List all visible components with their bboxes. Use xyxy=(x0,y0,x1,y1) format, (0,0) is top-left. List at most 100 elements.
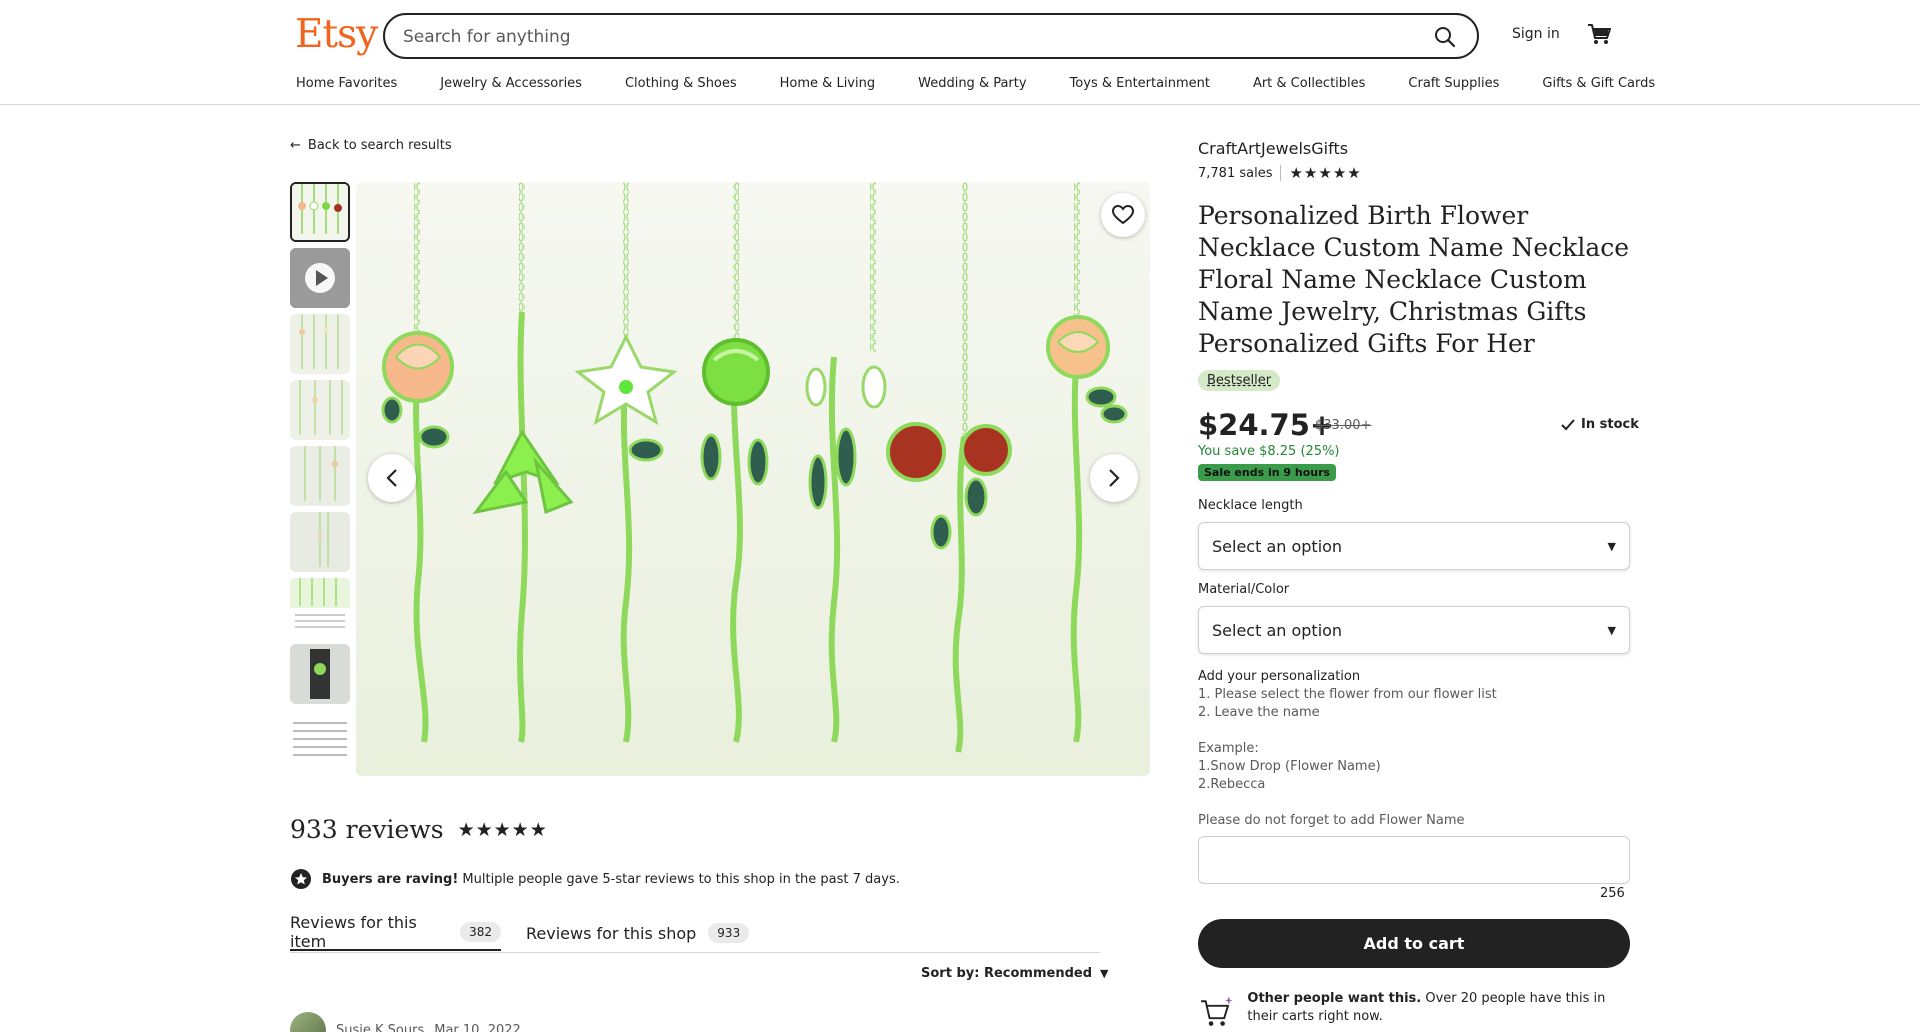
buyers-raving-banner: Buyers are raving! Multiple people gave … xyxy=(290,868,900,890)
tab-reviews-item[interactable]: Reviews for this item 382 xyxy=(290,913,501,951)
shop-name-link[interactable]: CraftArtJewelsGifts xyxy=(1198,139,1348,158)
material-color-label: Material/Color xyxy=(1198,582,1290,597)
necklace-length-label: Necklace length xyxy=(1198,498,1303,513)
main-listing-image[interactable] xyxy=(356,182,1150,776)
thumbnail-strip xyxy=(290,182,350,776)
search-input[interactable] xyxy=(403,25,1383,49)
previous-image-button[interactable] xyxy=(368,454,416,502)
thumbnail-image[interactable] xyxy=(290,446,350,506)
heart-icon xyxy=(1112,205,1134,225)
arrow-left-icon: ← xyxy=(290,138,301,153)
category-clothing[interactable]: Clothing & Shoes xyxy=(625,76,737,96)
next-image-button[interactable] xyxy=(1090,454,1138,502)
sort-label: Sort by: Recommended xyxy=(921,966,1093,981)
site-header: Etsy Sign in Home Favorites Jewelry & Ac… xyxy=(0,0,1920,105)
stock-status: In stock xyxy=(1560,417,1639,432)
thumbnail-image[interactable] xyxy=(290,380,350,440)
sales-count: 7,781 sales xyxy=(1198,165,1273,181)
tab-reviews-item-count: 382 xyxy=(460,922,501,942)
checkmark-icon xyxy=(1561,418,1575,430)
personalization-line: 2.Rebecca xyxy=(1198,777,1266,792)
category-jewelry[interactable]: Jewelry & Accessories xyxy=(440,76,582,96)
raving-detail: Multiple people gave 5-star reviews to t… xyxy=(458,871,900,887)
category-toys[interactable]: Toys & Entertainment xyxy=(1070,76,1210,96)
personalization-line: 1. Please select the flower from our flo… xyxy=(1198,687,1497,702)
thumbnail-image[interactable] xyxy=(290,314,350,374)
tab-reviews-item-label: Reviews for this item xyxy=(290,913,417,951)
reviews-stars: ★★★★★ xyxy=(457,818,548,841)
in-stock-label: In stock xyxy=(1581,417,1639,432)
thumbnail-video[interactable] xyxy=(290,248,350,308)
reviews-tabs: Reviews for this item 382 Reviews for th… xyxy=(290,913,1100,953)
thumbnail-image[interactable] xyxy=(290,644,350,704)
reviewer-name[interactable]: Susie K Sours xyxy=(336,1023,424,1032)
caret-down-icon: ▼ xyxy=(1100,967,1109,980)
reviews-count: 933 reviews xyxy=(290,815,444,844)
you-save-text: You save $8.25 (25%) xyxy=(1198,444,1340,459)
divider xyxy=(1280,165,1282,181)
category-home-favorites[interactable]: Home Favorites xyxy=(296,76,397,96)
personalization-instructions: Add your personalization 1. Please selec… xyxy=(1198,668,1630,830)
search-icon[interactable] xyxy=(1433,25,1457,49)
favorite-button[interactable] xyxy=(1101,193,1145,237)
add-to-cart-label: Add to cart xyxy=(1363,934,1465,953)
thumbnail-image[interactable] xyxy=(290,512,350,572)
shop-stats: 7,781 sales ★★★★★ xyxy=(1198,164,1362,182)
shop-rating-stars[interactable]: ★★★★★ xyxy=(1289,164,1361,182)
search-bar[interactable] xyxy=(383,13,1479,59)
necklace-length-value: Select an option xyxy=(1212,536,1343,556)
chevron-right-icon xyxy=(1109,469,1120,487)
star-badge-icon xyxy=(291,869,311,889)
personalization-line: 1.Snow Drop (Flower Name) xyxy=(1198,759,1381,774)
personalization-input[interactable] xyxy=(1198,836,1630,884)
caret-down-icon: ▼ xyxy=(1607,539,1616,553)
sort-dropdown[interactable]: Sort by: Recommended ▼ xyxy=(921,966,1108,981)
review-date: Mar 10, 2022 xyxy=(434,1022,521,1032)
demand-text: Other people want this. Over 20 people h… xyxy=(1247,990,1630,1032)
chevron-left-icon xyxy=(386,469,397,487)
personalization-line: 2. Leave the name xyxy=(1198,705,1320,720)
listing-price: $24.75+ xyxy=(1198,408,1335,442)
cart-icon[interactable] xyxy=(1585,20,1613,48)
etsy-logo[interactable]: Etsy xyxy=(295,12,378,57)
listing-title: Personalized Birth Flower Necklace Custo… xyxy=(1198,201,1630,358)
personalization-line: Example: xyxy=(1198,741,1259,756)
tab-reviews-shop-label: Reviews for this shop xyxy=(526,923,697,943)
thumbnail-image[interactable] xyxy=(290,182,350,242)
raving-bold: Buyers are raving! xyxy=(322,871,459,887)
necklace-photo xyxy=(381,182,1128,753)
category-art[interactable]: Art & Collectibles xyxy=(1253,76,1365,96)
personalization-title: Add your personalization xyxy=(1198,669,1361,684)
avatar[interactable] xyxy=(290,1012,326,1032)
bestseller-badge[interactable]: Bestseller xyxy=(1198,370,1281,391)
raving-text: Buyers are raving! Multiple people gave … xyxy=(322,872,900,887)
back-to-search-link[interactable]: ← Back to search results xyxy=(290,138,452,153)
caret-down-icon: ▼ xyxy=(1607,623,1616,637)
material-color-value: Select an option xyxy=(1212,620,1343,640)
tab-reviews-shop[interactable]: Reviews for this shop 933 xyxy=(526,915,750,951)
character-counter: 256 xyxy=(1600,886,1625,901)
category-gifts[interactable]: Gifts & Gift Cards xyxy=(1542,76,1655,96)
sale-ends-badge: Sale ends in 9 hours xyxy=(1198,464,1337,481)
demand-notice: Other people want this. Over 20 people h… xyxy=(1198,990,1630,1032)
sign-in-link[interactable]: Sign in xyxy=(1512,26,1560,42)
personalization-line: Please do not forget to add Flower Name xyxy=(1198,813,1465,828)
category-home-living[interactable]: Home & Living xyxy=(780,76,875,96)
category-wedding[interactable]: Wedding & Party xyxy=(918,76,1026,96)
material-color-select[interactable]: Select an option ▼ xyxy=(1198,606,1630,654)
thumbnail-image[interactable] xyxy=(290,710,350,770)
original-price: $33.00+ xyxy=(1315,418,1372,433)
back-label: Back to search results xyxy=(307,138,452,153)
necklace-length-select[interactable]: Select an option ▼ xyxy=(1198,522,1630,570)
reviews-heading: 933 reviews ★★★★★ xyxy=(290,815,548,844)
tab-reviews-shop-count: 933 xyxy=(708,923,750,943)
add-to-cart-button[interactable]: Add to cart xyxy=(1198,919,1630,968)
category-nav: Home Favorites Jewelry & Accessories Clo… xyxy=(296,76,1655,96)
cart-sparkle-icon xyxy=(1201,996,1233,1026)
demand-bold: Other people want this. xyxy=(1247,991,1422,1006)
thumbnail-image[interactable] xyxy=(290,578,350,638)
category-craft-supplies[interactable]: Craft Supplies xyxy=(1408,76,1499,96)
review-author: Susie K Sours Mar 10, 2022 xyxy=(290,1012,521,1032)
